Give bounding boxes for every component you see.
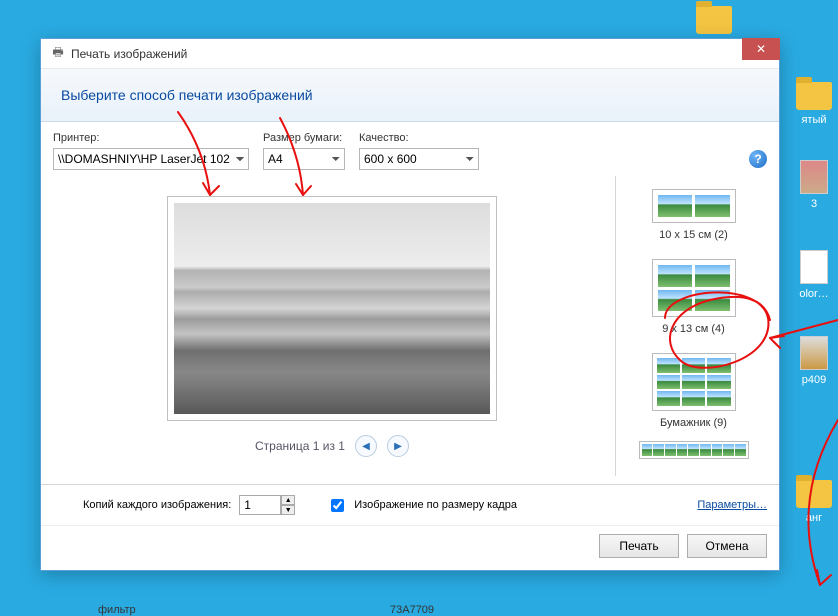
layout-label: 10 x 15 см (2) <box>627 229 760 241</box>
instruction-text: Выберите способ печати изображений <box>61 87 759 103</box>
printer-icon: 🖶 <box>51 47 65 61</box>
paper-label: Размер бумаги: <box>263 132 345 144</box>
preview-pane: Страница 1 из 1 ◀ ▶ <box>49 176 615 476</box>
paper-size-select[interactable]: A4 <box>263 148 345 170</box>
fit-label: Изображение по размеру кадра <box>354 499 517 511</box>
desktop-label: анг <box>790 512 838 524</box>
folder-icon <box>696 6 732 34</box>
layout-thumb-icon <box>639 441 749 459</box>
titlebar[interactable]: 🖶 Печать изображений ✕ <box>41 39 779 69</box>
layout-thumb-icon <box>652 259 736 317</box>
layout-option-9up[interactable]: Бумажник (9) <box>622 346 765 438</box>
prev-page-button[interactable]: ◀ <box>355 435 377 457</box>
footer-row: Копий каждого изображения: ▲ ▼ Изображен… <box>41 484 779 525</box>
chevron-right-icon: ▶ <box>394 441 402 452</box>
desktop-folder-6[interactable]: анг <box>790 480 838 524</box>
layout-option-4up[interactable]: 9 x 13 см (4) <box>622 252 765 344</box>
dialog-body: Страница 1 из 1 ◀ ▶ 10 x 15 см (2) <box>41 176 779 484</box>
next-page-button[interactable]: ▶ <box>387 435 409 457</box>
fragment-text: фильтр <box>98 604 136 616</box>
copies-label: Копий каждого изображения: <box>83 499 231 511</box>
desktop-label: p409 <box>790 374 838 386</box>
layout-option-strip[interactable] <box>622 440 765 474</box>
printer-label: Принтер: <box>53 132 249 144</box>
fit-checkbox[interactable] <box>331 499 344 512</box>
close-icon: ✕ <box>756 42 766 56</box>
printer-select[interactable]: \\DOMASHNIY\HP LaserJet 1020 <box>53 148 249 170</box>
chevron-left-icon: ◀ <box>362 441 370 452</box>
desktop-label: ятый <box>790 114 838 126</box>
help-button[interactable]: ? <box>749 150 767 168</box>
print-settings-row: Принтер: \\DOMASHNIY\HP LaserJet 1020 Ра… <box>41 122 779 176</box>
copies-up-button[interactable]: ▲ <box>281 495 295 505</box>
folder-icon <box>796 82 832 110</box>
desktop-label: 3 <box>790 198 838 210</box>
printer-group: Принтер: \\DOMASHNIY\HP LaserJet 1020 <box>53 132 249 170</box>
print-dialog: 🖶 Печать изображений ✕ Выберите способ п… <box>40 38 780 571</box>
document-icon <box>800 336 828 370</box>
layout-thumb-icon <box>652 189 736 223</box>
help-icon: ? <box>754 152 761 166</box>
pager-text: Страница 1 из 1 <box>255 439 345 453</box>
folder-icon <box>796 480 832 508</box>
layout-label: 9 x 13 см (4) <box>627 323 760 335</box>
document-icon <box>800 160 828 194</box>
close-button[interactable]: ✕ <box>742 38 780 60</box>
desktop-item-4[interactable]: olor… <box>790 250 838 300</box>
copies-down-button[interactable]: ▼ <box>281 505 295 515</box>
window-title: Печать изображений <box>71 47 187 61</box>
layout-thumb-icon <box>652 353 736 411</box>
desktop-label: olor… <box>790 288 838 300</box>
paper-group: Размер бумаги: A4 <box>263 132 345 170</box>
desktop-folder-2[interactable]: ятый <box>790 82 838 126</box>
copies-spinner: ▲ ▼ <box>239 495 295 515</box>
fragment-text: 73A7709 <box>390 604 434 616</box>
quality-group: Качество: 600 x 600 <box>359 132 479 170</box>
layout-options-pane[interactable]: 10 x 15 см (2) 9 x 13 см (4) Бумажник (9… <box>615 176 771 476</box>
cancel-button[interactable]: Отмена <box>687 534 767 558</box>
copies-input[interactable] <box>239 495 281 515</box>
quality-label: Качество: <box>359 132 479 144</box>
document-icon <box>800 250 828 284</box>
pager: Страница 1 из 1 ◀ ▶ <box>255 435 409 457</box>
layout-label: Бумажник (9) <box>627 417 760 429</box>
print-button[interactable]: Печать <box>599 534 679 558</box>
desktop-item-5[interactable]: p409 <box>790 336 838 386</box>
desktop-item-3[interactable]: 3 <box>790 160 838 210</box>
preview-image <box>174 203 490 414</box>
action-buttons: Печать Отмена <box>41 525 779 570</box>
desktop-folder-icon[interactable] <box>690 6 738 38</box>
quality-select[interactable]: 600 x 600 <box>359 148 479 170</box>
layout-option-2up[interactable]: 10 x 15 см (2) <box>622 182 765 250</box>
parameters-link[interactable]: Параметры… <box>697 499 767 511</box>
preview-frame <box>167 196 497 421</box>
instruction-header: Выберите способ печати изображений <box>41 69 779 122</box>
